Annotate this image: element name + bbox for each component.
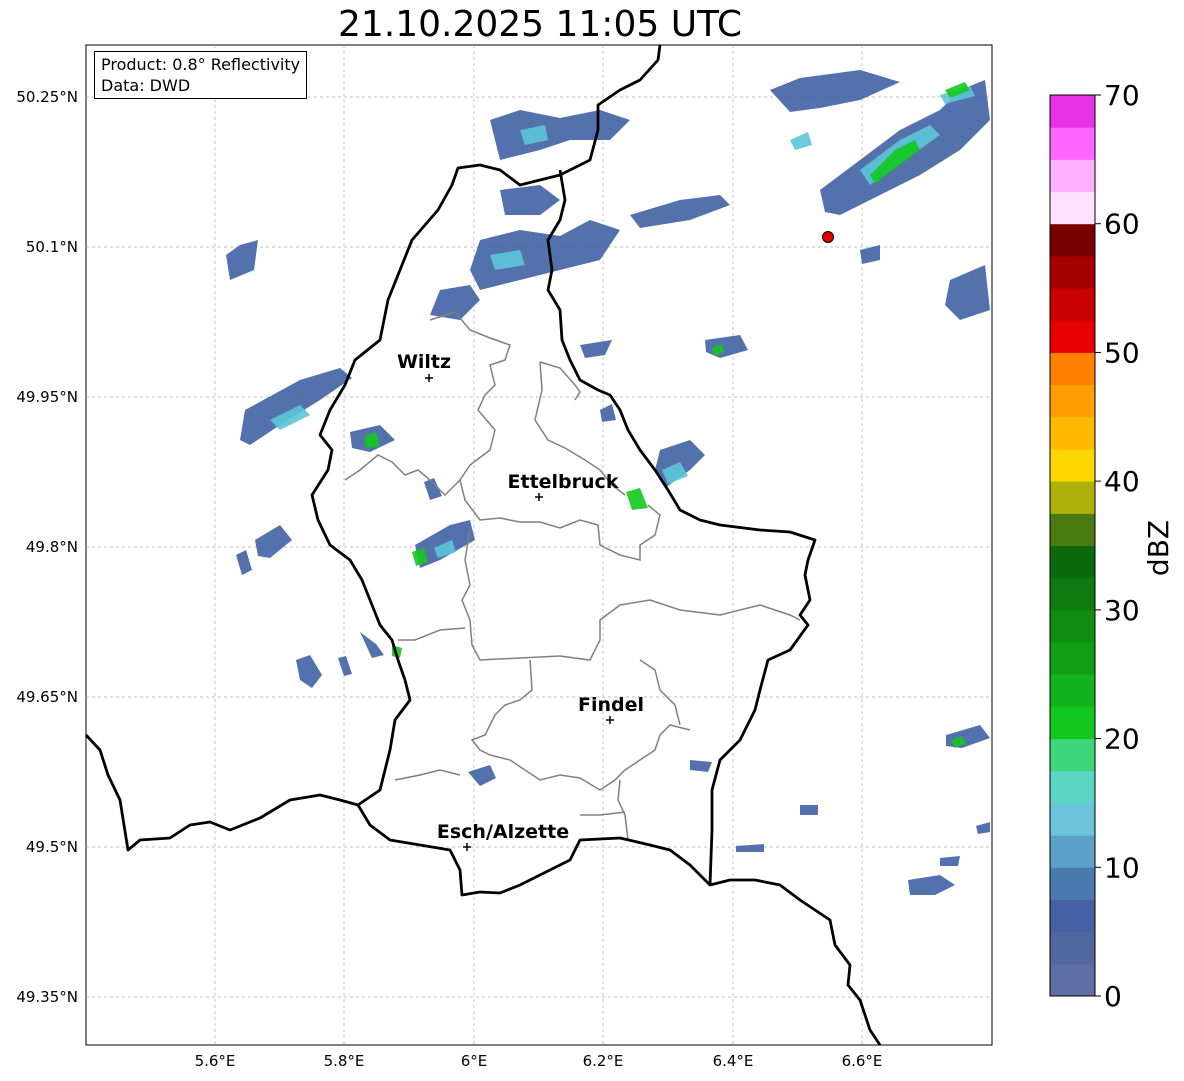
radar-map: Wiltz Ettelbruck Findel Esch/Alzette 50.… xyxy=(16,44,1175,1070)
colorbar-segment xyxy=(1050,802,1095,836)
colorbar-tick-label: 10 xyxy=(1104,851,1140,884)
product-label: Product: 0.8° Reflectivity xyxy=(101,55,301,74)
colorbar-tick-label: 70 xyxy=(1104,79,1140,112)
colorbar-segment xyxy=(1050,255,1095,289)
colorbar-segment xyxy=(1050,416,1095,450)
lon-tick: 5.6°E xyxy=(195,1052,236,1070)
info-box: Product: 0.8° Reflectivity Data: DWD xyxy=(94,51,308,99)
colorbar-segment xyxy=(1050,95,1095,128)
data-source-label: Data: DWD xyxy=(101,76,191,95)
colorbar-segment xyxy=(1050,352,1095,386)
lon-tick: 6.6°E xyxy=(842,1052,883,1070)
colorbar-segment xyxy=(1050,288,1095,321)
colorbar-ticks: 0 10 20 30 40 50 60 70 xyxy=(1095,79,1140,1013)
colorbar xyxy=(1050,95,1095,997)
city-label-wiltz: Wiltz xyxy=(397,351,451,373)
colorbar-tick-label: 30 xyxy=(1104,594,1140,627)
colorbar-segment xyxy=(1050,159,1095,193)
colorbar-segment xyxy=(1050,513,1095,546)
colorbar-tick-label: 0 xyxy=(1104,980,1122,1013)
colorbar-segment xyxy=(1050,127,1095,160)
radar-site-marker xyxy=(822,231,834,243)
lat-tick: 49.5°N xyxy=(26,838,78,856)
colorbar-segment xyxy=(1050,867,1095,900)
lon-tick: 6°E xyxy=(461,1052,488,1070)
colorbar-segment xyxy=(1050,931,1095,965)
colorbar-segment xyxy=(1050,481,1095,514)
colorbar-tick-label: 60 xyxy=(1104,208,1140,241)
colorbar-label: dBZ xyxy=(1142,520,1175,576)
lat-tick: 49.35°N xyxy=(16,988,78,1006)
colorbar-segment xyxy=(1050,577,1095,611)
lat-tick: 49.8°N xyxy=(26,538,78,556)
city-label-esch-alzette: Esch/Alzette xyxy=(437,821,569,843)
colorbar-segment xyxy=(1050,223,1095,257)
colorbar-segment xyxy=(1050,642,1095,675)
colorbar-tick-label: 40 xyxy=(1104,465,1140,498)
lat-tick: 50.25°N xyxy=(16,88,78,106)
colorbar-segment xyxy=(1050,738,1095,772)
colorbar-segment xyxy=(1050,448,1095,482)
lat-tick: 50.1°N xyxy=(26,238,78,256)
lon-tick: 6.4°E xyxy=(713,1052,754,1070)
city-label-findel: Findel xyxy=(578,694,644,716)
lon-tick: 5.8°E xyxy=(324,1052,365,1070)
colorbar-tick-label: 20 xyxy=(1104,723,1140,756)
colorbar-segment xyxy=(1050,320,1095,353)
colorbar-segment xyxy=(1050,609,1095,643)
colorbar-segment xyxy=(1050,963,1095,997)
colorbar-segment xyxy=(1050,545,1095,579)
colorbar-segment xyxy=(1050,191,1095,225)
lat-tick: 49.65°N xyxy=(16,688,78,706)
colorbar-segment xyxy=(1050,770,1095,804)
colorbar-segment xyxy=(1050,384,1095,418)
map-title: 21.10.2025 11:05 UTC xyxy=(337,4,743,45)
colorbar-segment xyxy=(1050,835,1095,868)
colorbar-segment xyxy=(1050,899,1095,933)
colorbar-segment xyxy=(1050,706,1095,740)
colorbar-tick-label: 50 xyxy=(1104,336,1140,369)
city-label-ettelbruck: Ettelbruck xyxy=(508,471,619,493)
lat-tick: 49.95°N xyxy=(16,388,78,406)
lon-tick: 6.2°E xyxy=(583,1052,624,1070)
colorbar-segment xyxy=(1050,674,1095,707)
